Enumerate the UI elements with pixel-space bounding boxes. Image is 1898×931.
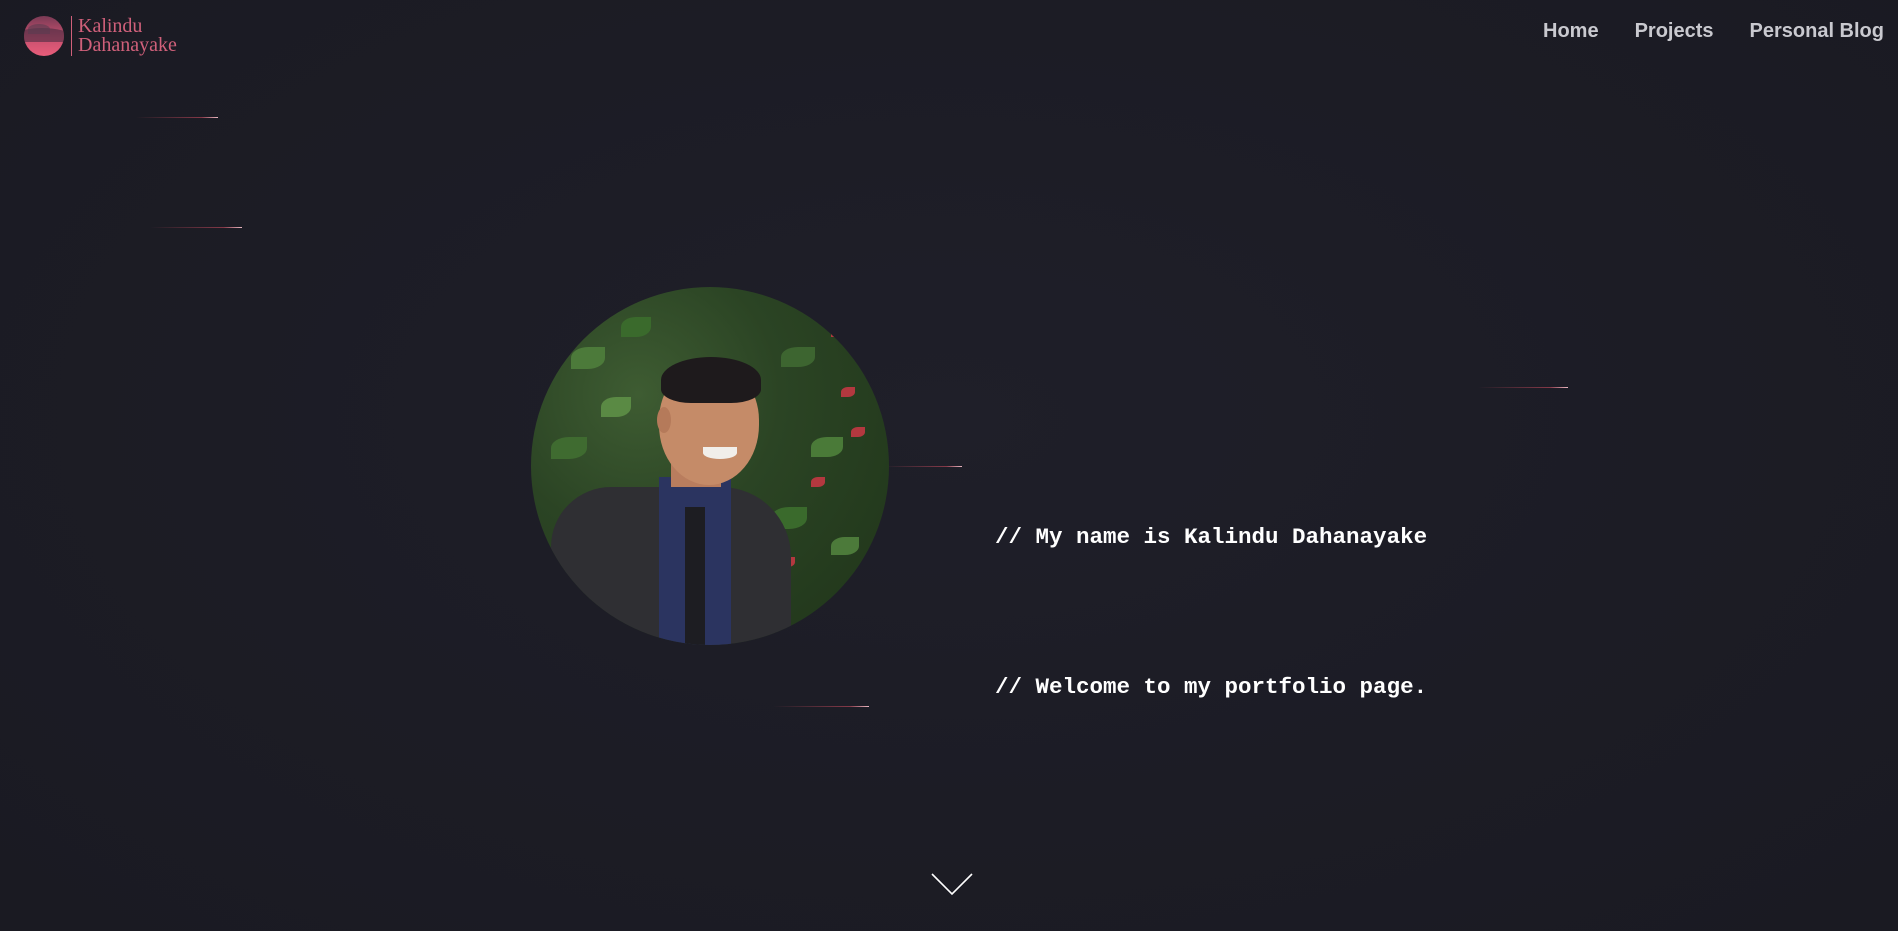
portfolio-page: Kalindu Dahanayake Home Projects Persona… [0, 0, 1898, 931]
logo-divider [71, 16, 72, 56]
scroll-down-button[interactable] [930, 872, 974, 898]
logo-text-line-2: Dahanayake [78, 34, 177, 56]
main-nav: Home Projects Personal Blog [1543, 20, 1884, 43]
decorative-streak [773, 706, 869, 707]
chevron-down-icon [931, 873, 973, 896]
intro-line-name: // My name is Kalindu Dahanayake [995, 524, 1428, 550]
profile-avatar [531, 287, 889, 645]
nav-projects[interactable]: Projects [1635, 20, 1714, 43]
decorative-streak [1478, 387, 1568, 388]
nav-personal-blog[interactable]: Personal Blog [1750, 20, 1884, 43]
site-header: Kalindu Dahanayake Home Projects Persona… [0, 0, 1898, 70]
decorative-streak [136, 117, 218, 118]
decorative-streak [150, 227, 242, 228]
intro-text: // My name is Kalindu Dahanayake // Welc… [995, 412, 1427, 812]
logo-link[interactable]: Kalindu Dahanayake [24, 16, 177, 56]
logo-mark-icon [24, 16, 64, 56]
logo-text: Kalindu Dahanayake [78, 16, 177, 56]
decorative-streak [884, 466, 962, 467]
intro-line-welcome: // Welcome to my portfolio page. [995, 674, 1428, 700]
nav-home[interactable]: Home [1543, 20, 1599, 43]
